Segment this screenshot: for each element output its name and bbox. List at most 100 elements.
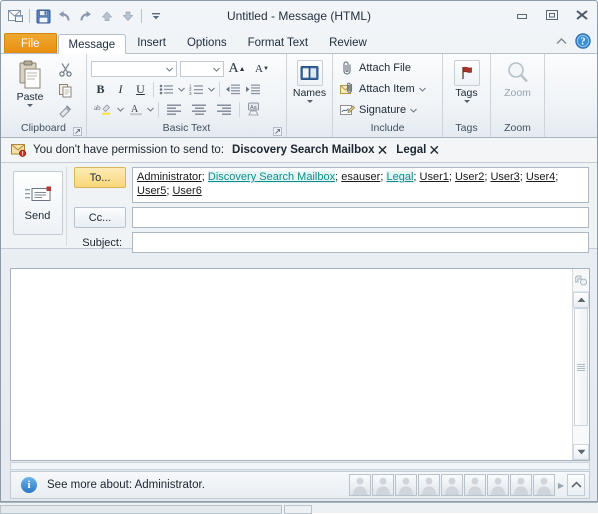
subject-label: Subject: <box>82 236 122 249</box>
attach-file-button[interactable]: Attach File <box>337 57 411 78</box>
paste-caret-icon[interactable] <box>27 104 33 107</box>
clipboard-dialog-launcher-icon[interactable] <box>73 127 82 136</box>
cc-button[interactable]: Cc... <box>74 207 126 228</box>
scrollbar-thumb[interactable] <box>574 308 588 426</box>
tab-insert[interactable]: Insert <box>127 33 176 53</box>
horizontal-scroll-sliver[interactable] <box>10 462 590 470</box>
select-browse-object-icon[interactable] <box>573 269 589 292</box>
signature-caret-icon[interactable] <box>410 104 417 116</box>
help-icon[interactable]: ? <box>575 33 591 52</box>
clear-formatting-icon[interactable]: Aa <box>243 100 267 118</box>
person-silhouette-icon <box>421 477 437 495</box>
tab-options[interactable]: Options <box>177 33 237 53</box>
people-pane-more-icon[interactable]: ▶ <box>556 481 566 490</box>
people-pane-expand-icon[interactable] <box>567 474 585 496</box>
scroll-up-button[interactable] <box>573 292 589 308</box>
basic-text-row-3: ab A Aa <box>91 100 274 118</box>
ribbon-group-names: Names Names <box>287 54 333 137</box>
scroll-down-button[interactable] <box>573 444 589 460</box>
names-caret-icon[interactable] <box>306 100 313 103</box>
grow-font-icon[interactable]: A ▲ <box>225 60 249 78</box>
font-name-combo[interactable] <box>91 61 177 77</box>
font-size-combo[interactable] <box>180 61 224 77</box>
bullets-icon[interactable] <box>157 80 176 98</box>
recipient-chip[interactable]: User5 <box>137 185 166 197</box>
zoom-button[interactable]: Zoom <box>495 58 540 99</box>
recipient-chip[interactable]: User4 <box>526 171 555 183</box>
numbering-icon[interactable]: 1 2 3 <box>187 80 206 98</box>
send-button[interactable]: Send <box>12 171 63 235</box>
person-silhouette-icon <box>375 477 391 495</box>
save-icon[interactable] <box>34 7 53 26</box>
align-right-icon[interactable] <box>212 100 236 118</box>
font-color-caret-icon[interactable] <box>146 100 155 118</box>
italic-icon[interactable]: I <box>111 80 130 98</box>
attach-item-button[interactable]: Attach Item <box>337 78 426 99</box>
align-left-icon[interactable] <box>162 100 186 118</box>
blocked-recipient-label: Legal <box>396 144 427 156</box>
avatar[interactable] <box>487 474 509 496</box>
minimize-icon[interactable] <box>511 6 533 23</box>
tab-review[interactable]: Review <box>319 33 377 53</box>
recipient-chip[interactable]: User6 <box>172 185 201 197</box>
attach-item-caret-icon[interactable] <box>418 83 426 95</box>
tags-caret-icon[interactable] <box>463 100 470 103</box>
subject-input[interactable] <box>132 232 589 253</box>
avatar[interactable] <box>418 474 440 496</box>
cut-icon[interactable] <box>55 60 76 79</box>
tags-button[interactable]: Tags <box>447 58 486 103</box>
signature-button[interactable]: Signature <box>337 99 417 120</box>
bold-icon[interactable]: B <box>91 80 110 98</box>
recipient-chip[interactable]: User2 <box>455 171 484 183</box>
copy-icon[interactable] <box>55 81 76 100</box>
basic-text-dialog-launcher-icon[interactable] <box>273 127 282 136</box>
avatar[interactable] <box>533 474 555 496</box>
avatar[interactable] <box>395 474 417 496</box>
tab-file[interactable]: File <box>4 33 57 53</box>
highlight-caret-icon[interactable] <box>116 100 125 118</box>
recipient-chip[interactable]: User3 <box>490 171 519 183</box>
avatar[interactable] <box>349 474 371 496</box>
paste-button[interactable]: Paste <box>5 58 55 107</box>
tab-message[interactable]: Message <box>57 34 127 54</box>
next-item-icon[interactable] <box>118 7 137 26</box>
undo-icon[interactable] <box>55 7 74 26</box>
close-icon[interactable] <box>571 6 593 23</box>
shrink-font-icon[interactable]: A ▼ <box>250 60 274 78</box>
avatar[interactable] <box>464 474 486 496</box>
format-painter-icon[interactable] <box>55 102 76 121</box>
recipient-chip[interactable]: Legal <box>386 171 414 183</box>
outlook-item-icon[interactable] <box>6 7 25 26</box>
cc-input[interactable] <box>132 207 589 228</box>
collapse-ribbon-icon[interactable] <box>555 36 568 50</box>
customize-qat-icon[interactable] <box>146 7 165 26</box>
recipient-chip[interactable]: User1 <box>420 171 449 183</box>
bullets-caret-icon[interactable] <box>177 80 186 98</box>
numbering-caret-icon[interactable] <box>207 80 216 98</box>
avatar[interactable] <box>510 474 532 496</box>
recipient-chip[interactable]: Discovery Search Mailbox <box>207 171 336 183</box>
decrease-indent-icon[interactable] <box>223 80 242 98</box>
person-silhouette-icon <box>467 477 483 495</box>
to-input[interactable]: Administrator; Discovery Search Mailbox;… <box>132 167 589 203</box>
underline-icon[interactable]: U <box>131 80 150 98</box>
message-body-input[interactable] <box>11 269 572 460</box>
body-vertical-scrollbar[interactable] <box>572 269 589 460</box>
remove-recipient-x-icon[interactable]: ✕ <box>377 143 389 157</box>
scrollbar-track[interactable] <box>573 308 589 444</box>
previous-item-icon[interactable] <box>97 7 116 26</box>
align-center-icon[interactable] <box>187 100 211 118</box>
avatar[interactable] <box>372 474 394 496</box>
remove-recipient-x-icon[interactable]: ✕ <box>428 143 440 157</box>
font-color-icon[interactable]: A <box>126 100 145 118</box>
recipient-chip[interactable]: esauser <box>341 171 380 183</box>
recipient-chip[interactable]: Administrator <box>137 171 202 183</box>
increase-indent-icon[interactable] <box>243 80 262 98</box>
text-highlight-color-icon[interactable]: ab <box>91 100 115 118</box>
redo-icon[interactable] <box>76 7 95 26</box>
restore-icon[interactable] <box>541 6 563 23</box>
avatar[interactable] <box>441 474 463 496</box>
tab-format-text[interactable]: Format Text <box>238 33 319 53</box>
to-button[interactable]: To... <box>74 167 126 188</box>
names-button[interactable]: Names <box>291 58 328 103</box>
